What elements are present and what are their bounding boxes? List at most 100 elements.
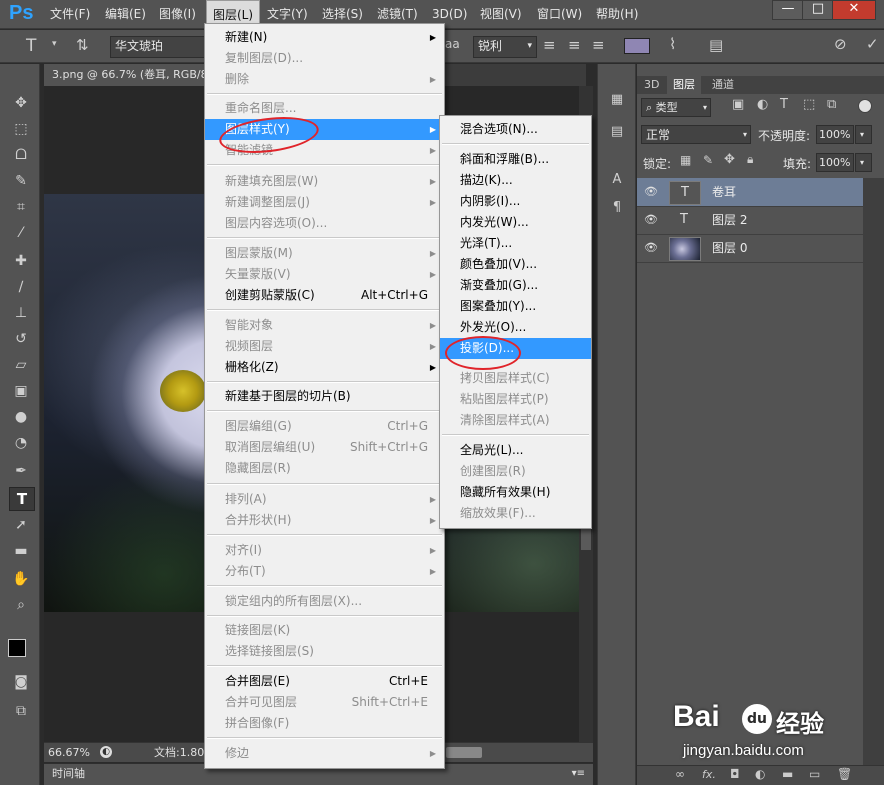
- filter-shape-icon[interactable]: ⬚: [803, 97, 815, 112]
- tool-preset-dropdown-icon[interactable]: ▾: [52, 39, 57, 49]
- menu-item-new-layer-based-slice[interactable]: 新建基于图层的切片(B): [205, 386, 444, 407]
- quick-select-tool-icon[interactable]: ✎: [9, 170, 33, 192]
- menu-item-stroke[interactable]: 描边(K)...: [440, 170, 591, 191]
- menu-item-hide-layers[interactable]: 隐藏图层(R): [205, 458, 444, 479]
- mask-icon[interactable]: ◘: [730, 767, 740, 781]
- tab-layers[interactable]: 图层: [667, 76, 701, 94]
- panel-menu-icon[interactable]: ▾≡: [572, 764, 585, 784]
- layer-name[interactable]: 卷耳: [712, 178, 736, 206]
- menu-help[interactable]: 帮助(H): [596, 0, 638, 29]
- menu-file[interactable]: 文件(F): [50, 0, 90, 29]
- menu-item-create-layer[interactable]: 创建图层(R): [440, 461, 591, 482]
- visibility-eye-icon[interactable]: 👁︎: [643, 184, 659, 200]
- align-center-icon[interactable]: ≡: [568, 36, 581, 54]
- crop-tool-icon[interactable]: ⌗: [9, 196, 33, 218]
- lock-image-icon[interactable]: ✎: [703, 153, 713, 167]
- lock-position-icon[interactable]: ✥: [724, 152, 735, 167]
- navigator-panel-icon[interactable]: ▦: [606, 90, 628, 110]
- eyedropper-tool-icon[interactable]: ⁄: [9, 222, 33, 244]
- menu-item-align[interactable]: 对齐(I) ▶: [205, 540, 444, 561]
- visibility-eye-icon[interactable]: 👁︎: [643, 240, 659, 256]
- brush-tool-icon[interactable]: ∕: [9, 276, 33, 298]
- layer-name[interactable]: 图层 0: [712, 234, 747, 262]
- menu-item-delete[interactable]: 删除 ▶: [205, 69, 444, 90]
- menu-item-paste-layer-style[interactable]: 粘贴图层样式(P): [440, 389, 591, 410]
- menu-item-link-layers[interactable]: 链接图层(K): [205, 620, 444, 641]
- menu-item-duplicate-layer[interactable]: 复制图层(D)...: [205, 48, 444, 69]
- menu-view[interactable]: 视图(V): [480, 0, 522, 29]
- clone-stamp-tool-icon[interactable]: ⊥: [9, 302, 33, 324]
- align-left-icon[interactable]: ≡: [543, 36, 556, 54]
- tab-channels[interactable]: 通道: [706, 76, 740, 94]
- marquee-tool-icon[interactable]: ⬚: [9, 118, 33, 140]
- fx-icon[interactable]: fx.: [702, 768, 716, 781]
- menu-window[interactable]: 窗口(W): [537, 0, 582, 29]
- eraser-tool-icon[interactable]: ▱: [9, 354, 33, 376]
- blur-tool-icon[interactable]: ●: [9, 406, 33, 428]
- menu-item-hide-all-effects[interactable]: 隐藏所有效果(H): [440, 482, 591, 503]
- move-tool-icon[interactable]: ✥: [9, 92, 33, 114]
- menu-edit[interactable]: 编辑(E): [105, 0, 146, 29]
- layer-row[interactable]: 👁︎ T 卷耳: [637, 178, 863, 207]
- adjustment-icon[interactable]: ◐: [755, 767, 765, 781]
- menu-item-video-layer[interactable]: 视频图层 ▶: [205, 336, 444, 357]
- tab-3d[interactable]: 3D: [638, 76, 665, 94]
- path-select-tool-icon[interactable]: ➚: [9, 514, 33, 536]
- horizontal-scroll-thumb[interactable]: [446, 747, 482, 758]
- fill-dropdown-icon[interactable]: ▾: [855, 153, 872, 172]
- menu-item-layer-mask[interactable]: 图层蒙版(M) ▶: [205, 243, 444, 264]
- character-panel-icon[interactable]: A: [606, 170, 628, 190]
- opacity-dropdown-icon[interactable]: ▾: [855, 125, 872, 144]
- menu-item-global-light[interactable]: 全局光(L)...: [440, 440, 591, 461]
- menu-item-merge-visible[interactable]: 合并可见图层 Shift+Ctrl+E: [205, 692, 444, 713]
- menu-item-rasterize[interactable]: 栅格化(Z) ▶: [205, 357, 444, 378]
- menu-item-layer-content-options[interactable]: 图层内容选项(O)...: [205, 213, 444, 234]
- healing-brush-tool-icon[interactable]: ✚: [9, 250, 33, 272]
- new-layer-icon[interactable]: ▭: [809, 767, 820, 781]
- visibility-eye-icon[interactable]: 👁︎: [643, 212, 659, 228]
- menu-item-satin[interactable]: 光泽(T)...: [440, 233, 591, 254]
- close-button[interactable]: ✕: [832, 0, 876, 20]
- filter-toggle-icon[interactable]: [858, 99, 872, 113]
- layers-scrollbar[interactable]: [863, 178, 884, 765]
- gradient-tool-icon[interactable]: ▣: [9, 380, 33, 402]
- timeline-label[interactable]: 时间轴: [52, 764, 85, 784]
- menu-item-distribute[interactable]: 分布(T) ▶: [205, 561, 444, 582]
- zoom-tool-icon[interactable]: ⌕: [9, 594, 33, 616]
- menu-item-color-overlay[interactable]: 颜色叠加(V)...: [440, 254, 591, 275]
- menu-item-matting[interactable]: 修边 ▶: [205, 743, 444, 764]
- foreground-color-swatch[interactable]: [8, 639, 26, 657]
- filter-adjustment-icon[interactable]: ◐: [757, 97, 768, 112]
- text-color-swatch[interactable]: [624, 38, 650, 54]
- lock-all-icon[interactable]: 🔒︎: [747, 152, 753, 167]
- menu-item-inner-shadow[interactable]: 内阴影(I)...: [440, 191, 591, 212]
- menu-item-new[interactable]: 新建(N) ▶: [205, 27, 444, 48]
- zoom-level[interactable]: 66.67%: [48, 743, 90, 762]
- paragraph-panel-icon[interactable]: ¶: [606, 198, 628, 218]
- menu-item-scale-effects[interactable]: 缩放效果(F)...: [440, 503, 591, 524]
- menu-item-combine-shapes[interactable]: 合并形状(H) ▶: [205, 510, 444, 531]
- blend-mode-select[interactable]: 正常 ▾: [641, 125, 751, 144]
- menu-item-ungroup-layers[interactable]: 取消图层编组(U) Shift+Ctrl+G: [205, 437, 444, 458]
- lock-transparent-icon[interactable]: ▦: [680, 153, 691, 167]
- link-icon[interactable]: ∞: [675, 767, 685, 781]
- trash-icon[interactable]: 🗑︎: [837, 767, 852, 781]
- menu-item-lock-all-layers-in-group[interactable]: 锁定组内的所有图层(X)...: [205, 591, 444, 612]
- menu-item-gradient-overlay[interactable]: 渐变叠加(G)...: [440, 275, 591, 296]
- menu-item-blending-options[interactable]: 混合选项(N)...: [440, 119, 591, 140]
- menu-item-rename-layer[interactable]: 重命名图层...: [205, 98, 444, 119]
- layer-row[interactable]: 👁︎ 图层 0: [637, 234, 863, 263]
- filter-pixel-icon[interactable]: ▣: [732, 97, 744, 112]
- hand-tool-icon[interactable]: ✋: [9, 568, 33, 590]
- filter-smart-object-icon[interactable]: ⧉: [827, 97, 836, 112]
- menu-item-create-clipping-mask[interactable]: 创建剪贴蒙版(C) Alt+Ctrl+G: [205, 285, 444, 306]
- filter-type-icon[interactable]: T: [780, 97, 788, 112]
- fill-input[interactable]: 100%: [816, 153, 854, 172]
- maximize-button[interactable]: □: [802, 0, 834, 20]
- screen-mode-icon[interactable]: ⧉: [9, 700, 33, 722]
- document-tab[interactable]: 3.png @ 66.7% (卷耳, RGB/8: [44, 64, 216, 86]
- dodge-tool-icon[interactable]: ◔: [9, 432, 33, 454]
- menu-item-group-layers[interactable]: 图层编组(G) Ctrl+G: [205, 416, 444, 437]
- menu-item-smart-object[interactable]: 智能对象 ▶: [205, 315, 444, 336]
- layer-row[interactable]: 👁︎ T 图层 2: [637, 206, 863, 235]
